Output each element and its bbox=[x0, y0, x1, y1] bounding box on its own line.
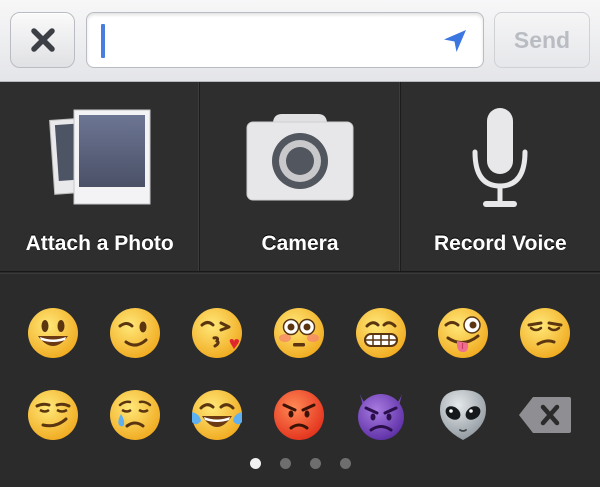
imp-face-icon bbox=[358, 394, 404, 440]
close-button[interactable] bbox=[10, 12, 75, 68]
photos-icon bbox=[48, 109, 151, 205]
message-field[interactable] bbox=[86, 12, 484, 68]
winking-face-tongue-icon bbox=[438, 308, 488, 358]
grimacing-face-icon bbox=[356, 308, 406, 358]
attachment-options: Attach a Photo Camera Record Voice bbox=[0, 82, 600, 272]
backspace-icon bbox=[519, 397, 571, 433]
emoji-grinning-face[interactable] bbox=[12, 292, 94, 374]
emoji-face-throwing-kiss[interactable] bbox=[176, 292, 258, 374]
alien-face-icon bbox=[440, 390, 486, 440]
composer-bar: Send bbox=[0, 0, 600, 82]
message-input[interactable] bbox=[111, 21, 431, 61]
record-voice-label: Record Voice bbox=[433, 232, 567, 255]
camera-button[interactable]: Camera bbox=[200, 82, 401, 271]
text-caret bbox=[101, 24, 105, 58]
send-button-label: Send bbox=[513, 26, 571, 53]
emoji-winking-face-tongue[interactable] bbox=[422, 292, 504, 374]
location-arrow-icon[interactable] bbox=[441, 27, 469, 55]
emoji-keyboard bbox=[0, 273, 600, 487]
crying-face-icon bbox=[110, 390, 160, 440]
microphone-icon bbox=[472, 108, 528, 207]
attach-photo-label: Attach a Photo bbox=[25, 232, 174, 255]
emoji-flushed-face[interactable] bbox=[258, 292, 340, 374]
close-x-icon bbox=[30, 28, 55, 52]
emoji-tears-of-joy-face[interactable] bbox=[176, 374, 258, 456]
emoji-unamused-face[interactable] bbox=[504, 292, 586, 374]
emoji-crying-face[interactable] bbox=[94, 374, 176, 456]
page-dot-3[interactable] bbox=[309, 458, 321, 469]
emoji-alien-face[interactable] bbox=[422, 374, 504, 456]
tears-of-joy-face-icon bbox=[192, 390, 242, 440]
page-dot-4[interactable] bbox=[339, 458, 351, 469]
camera-icon bbox=[246, 114, 354, 201]
camera-label: Camera bbox=[261, 232, 339, 255]
emoji-smirking-face[interactable] bbox=[12, 374, 94, 456]
attach-photo-button[interactable]: Attach a Photo bbox=[0, 82, 201, 271]
page-dot-1[interactable] bbox=[249, 458, 261, 469]
emoji-winking-face[interactable] bbox=[94, 292, 176, 374]
flushed-face-icon bbox=[274, 308, 324, 358]
send-button[interactable]: Send bbox=[494, 12, 590, 68]
emoji-delete-key[interactable] bbox=[504, 374, 586, 456]
smirking-face-icon bbox=[28, 390, 78, 440]
emoji-grimacing-face[interactable] bbox=[340, 292, 422, 374]
record-voice-button[interactable]: Record Voice bbox=[400, 82, 600, 271]
winking-face-icon bbox=[110, 308, 160, 358]
emoji-angry-face[interactable] bbox=[258, 374, 340, 456]
grinning-face-icon bbox=[28, 308, 78, 358]
face-throwing-kiss-icon bbox=[192, 308, 242, 358]
angry-face-icon bbox=[274, 390, 324, 440]
unamused-face-icon bbox=[520, 308, 570, 358]
emoji-imp-face[interactable] bbox=[340, 374, 422, 456]
page-dot-2[interactable] bbox=[279, 458, 291, 469]
emoji-page-indicator bbox=[0, 458, 600, 469]
